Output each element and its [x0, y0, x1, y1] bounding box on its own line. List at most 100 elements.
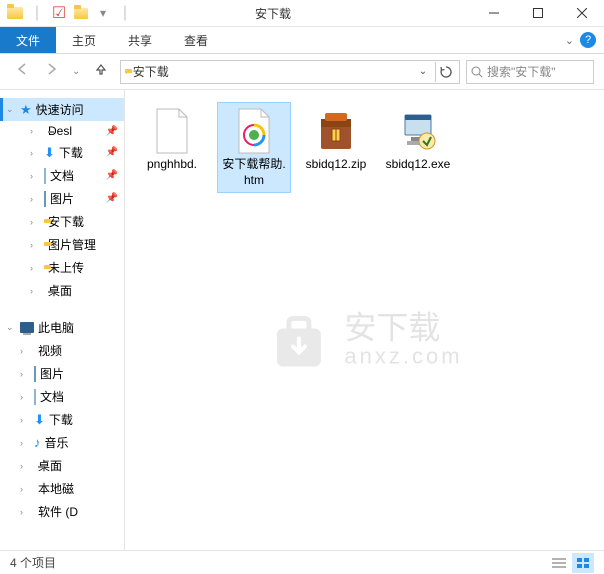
file-name: 安下载帮助.htm: [220, 157, 288, 188]
maximize-button[interactable]: [516, 0, 560, 27]
address-bar[interactable]: › 安下载 ⌄: [120, 60, 460, 84]
navbar: ⌄ › 安下载 ⌄ 搜索"安下载": [0, 54, 604, 90]
minimize-button[interactable]: [472, 0, 516, 27]
item-icon: ⬇: [44, 145, 55, 161]
tab-home[interactable]: 主页: [56, 27, 112, 53]
file-item[interactable]: sbidq12.zip: [299, 102, 373, 193]
icons-view-button[interactable]: [572, 553, 594, 573]
expand-icon[interactable]: ›: [20, 507, 30, 517]
sidebar-item-label: 软件 (D: [38, 503, 78, 520]
expand-icon[interactable]: ›: [30, 217, 40, 227]
expand-icon[interactable]: ›: [30, 240, 40, 250]
sidebar-item[interactable]: ›图片: [0, 362, 124, 385]
watermark: 安下载 anxz.com: [266, 308, 462, 372]
back-button[interactable]: [16, 62, 30, 81]
pc-icon: [20, 322, 34, 333]
file-icon: [230, 107, 278, 155]
item-icon: [34, 390, 36, 404]
pin-icon: 📌: [106, 193, 118, 204]
ribbon-expand-icon[interactable]: ⌄: [565, 34, 574, 47]
sidebar-item-label: 下载: [49, 411, 73, 428]
refresh-button[interactable]: [435, 62, 455, 82]
expand-icon[interactable]: ›: [30, 126, 40, 136]
tab-view[interactable]: 查看: [168, 27, 224, 53]
sidebar-this-pc[interactable]: ⌄ 此电脑: [0, 316, 124, 339]
sidebar-item[interactable]: › 本地磁: [0, 477, 124, 500]
expand-icon[interactable]: ›: [30, 171, 40, 181]
file-item[interactable]: pnghhbd.: [135, 102, 209, 193]
sidebar-item[interactable]: ›图片📌: [0, 187, 124, 210]
sidebar-item[interactable]: › ⬇下载: [0, 408, 124, 431]
item-icon: [44, 192, 46, 206]
search-icon: [471, 66, 483, 78]
navigation-pane[interactable]: ⌄ ★ 快速访问 ›Desl📌›⬇下载📌›文档📌›图片📌›安下载›图片管理›未上…: [0, 90, 125, 550]
file-item[interactable]: 安下载帮助.htm: [217, 102, 291, 193]
sidebar-item[interactable]: › 未上传: [0, 256, 124, 279]
sidebar-item[interactable]: › 安下载: [0, 210, 124, 233]
star-icon: ★: [20, 102, 32, 118]
help-icon[interactable]: ?: [580, 32, 596, 48]
tab-share[interactable]: 共享: [112, 27, 168, 53]
expand-icon[interactable]: ›: [20, 415, 30, 425]
expand-icon[interactable]: ›: [20, 438, 30, 448]
file-icon: [312, 107, 360, 155]
address-dropdown[interactable]: ⌄: [413, 62, 433, 82]
forward-button[interactable]: [44, 62, 58, 81]
sidebar-item[interactable]: › 文档: [0, 385, 124, 408]
sidebar-item[interactable]: › 视频: [0, 339, 124, 362]
sidebar-item-label: 未上传: [48, 259, 84, 276]
expand-icon[interactable]: ›: [30, 194, 40, 204]
window-title: 安下载: [74, 5, 472, 22]
sidebar-item[interactable]: ›桌面: [0, 454, 124, 477]
status-text: 4 个项目: [10, 554, 56, 571]
file-list[interactable]: 安下载 anxz.com pnghhbd. 安下载帮助.htm sbidq12.zi…: [125, 90, 604, 550]
file-item[interactable]: sbidq12.exe: [381, 102, 455, 193]
sidebar-item-label: 本地磁: [38, 480, 74, 497]
sidebar-item-label: 安下载: [48, 213, 84, 230]
expand-icon[interactable]: ›: [20, 484, 30, 494]
sidebar-item[interactable]: ›Desl📌: [0, 121, 124, 141]
sidebar-quick-access[interactable]: ⌄ ★ 快速访问: [0, 98, 124, 121]
sidebar-item-label: 音乐: [45, 434, 69, 451]
sidebar-item-label: 下载: [59, 144, 83, 161]
sidebar-item-label: 文档: [40, 388, 64, 405]
close-button[interactable]: [560, 0, 604, 27]
search-placeholder: 搜索"安下载": [487, 63, 556, 80]
sidebar-item[interactable]: › 文档 📌: [0, 164, 124, 187]
expand-icon[interactable]: ⌄: [6, 104, 16, 115]
expand-icon[interactable]: ›: [30, 263, 40, 273]
file-name: sbidq12.exe: [386, 157, 451, 173]
properties-icon[interactable]: ☑: [50, 4, 68, 22]
sidebar-item[interactable]: › ⬇下载 📌: [0, 141, 124, 164]
expand-icon[interactable]: ›: [30, 286, 40, 296]
sidebar-item[interactable]: ›图片管理: [0, 233, 124, 256]
breadcrumb[interactable]: 安下载: [129, 63, 173, 80]
main-area: ⌄ ★ 快速访问 ›Desl📌›⬇下载📌›文档📌›图片📌›安下载›图片管理›未上…: [0, 90, 604, 550]
expand-icon[interactable]: ›: [20, 369, 30, 379]
up-button[interactable]: [94, 62, 108, 81]
sidebar-item-label: 文档: [50, 167, 74, 184]
pin-icon: 📌: [106, 170, 118, 181]
expand-icon[interactable]: ›: [30, 148, 40, 158]
file-icon: [148, 107, 196, 155]
sidebar-item[interactable]: › 软件 (D: [0, 500, 124, 523]
expand-icon[interactable]: ›: [20, 346, 30, 356]
recent-dropdown[interactable]: ⌄: [72, 66, 80, 77]
sidebar-item[interactable]: ›桌面: [0, 279, 124, 302]
details-view-button[interactable]: [548, 553, 570, 573]
expand-icon[interactable]: ›: [20, 461, 30, 471]
sidebar-item[interactable]: ›♪音乐: [0, 431, 124, 454]
search-input[interactable]: 搜索"安下载": [466, 60, 594, 84]
file-icon: [394, 107, 442, 155]
pin-icon: 📌: [106, 126, 118, 137]
sidebar-item-label: 视频: [38, 342, 62, 359]
titlebar: | ☑ ▾ | 安下载: [0, 0, 604, 27]
tab-file[interactable]: 文件: [0, 27, 56, 53]
expand-icon[interactable]: ›: [20, 392, 30, 402]
pin-icon: 📌: [106, 147, 118, 158]
sidebar-label: 此电脑: [38, 319, 74, 336]
expand-icon[interactable]: ⌄: [6, 322, 16, 333]
status-bar: 4 个项目: [0, 550, 604, 574]
item-icon: ⬇: [34, 412, 45, 428]
file-name: pnghhbd.: [147, 157, 197, 173]
